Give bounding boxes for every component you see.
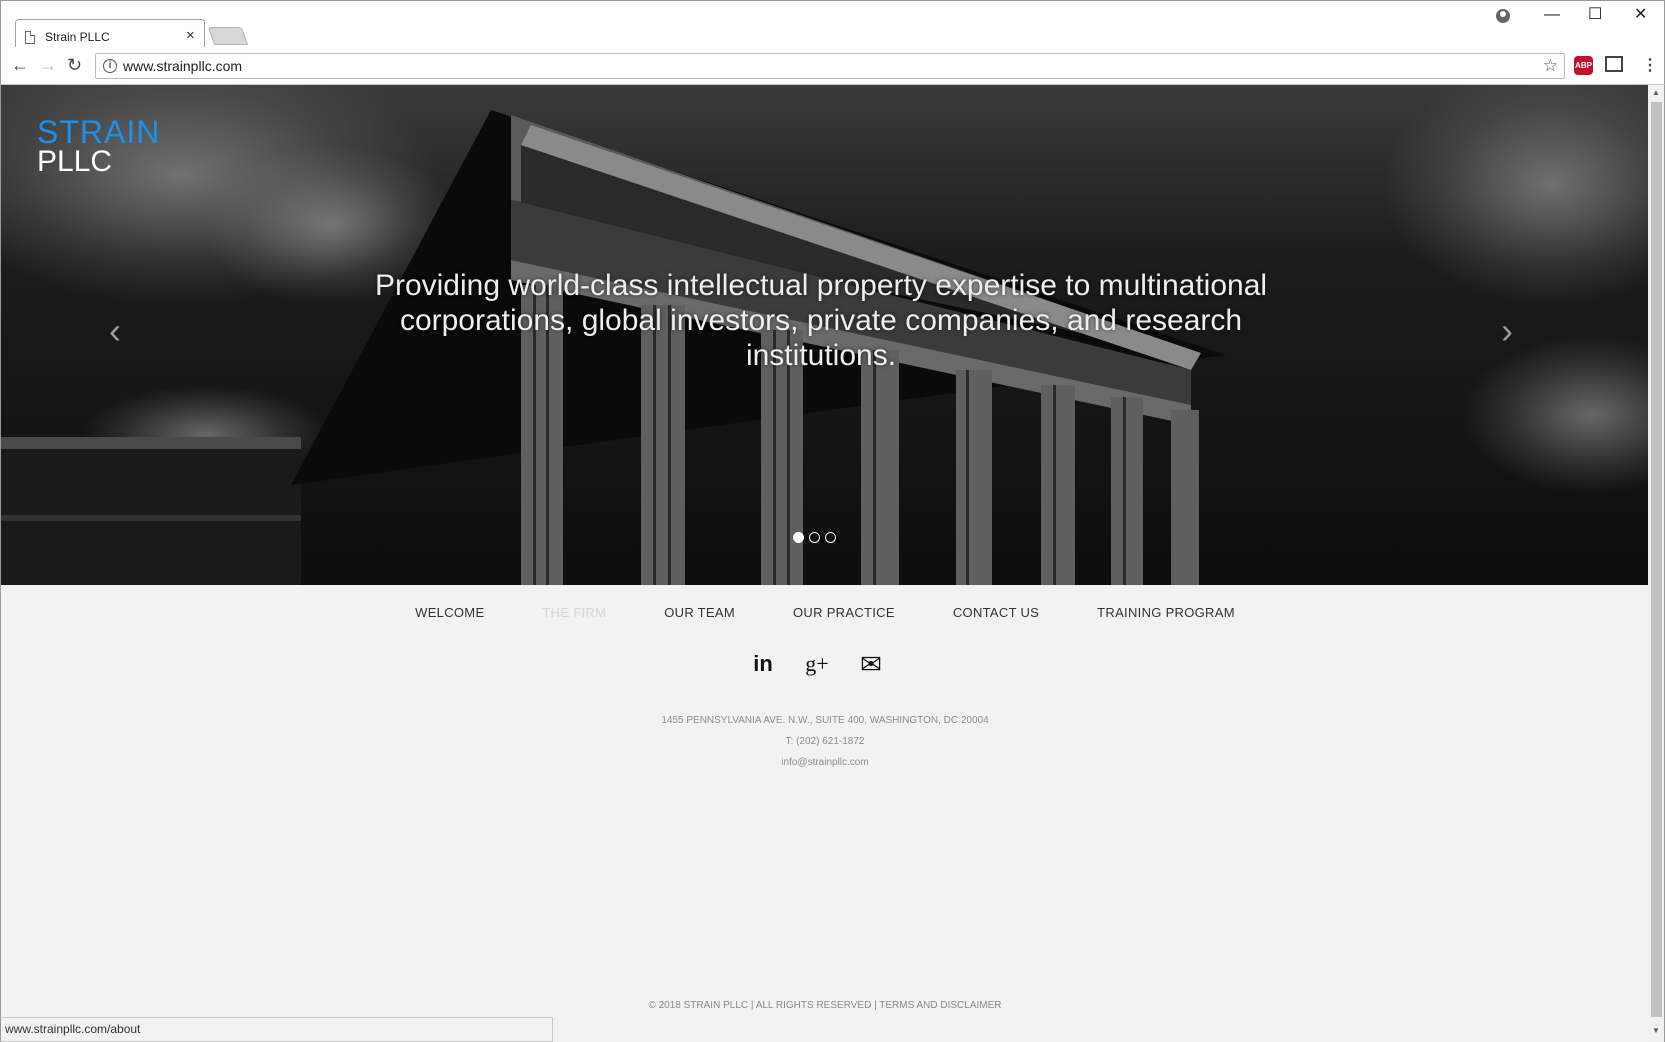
bookmark-star-icon[interactable]: ☆ xyxy=(1543,56,1558,76)
adblock-icon[interactable]: ABP xyxy=(1574,56,1593,75)
back-arrow-icon[interactable]: ← xyxy=(11,55,29,75)
nav-training-program[interactable]: TRAINING PROGRAM xyxy=(1097,605,1235,620)
hero-tagline: Providing world-class intellectual prope… xyxy=(374,269,1268,372)
minimize-button[interactable]: — xyxy=(1544,5,1560,25)
profile-icon[interactable] xyxy=(1496,9,1510,23)
scroll-down-icon[interactable]: ▼ xyxy=(1652,1026,1660,1035)
site-logo[interactable]: STRAIN PLLC xyxy=(37,114,161,178)
linkedin-icon[interactable]: in xyxy=(749,650,777,678)
googleplus-icon[interactable]: g+ xyxy=(803,650,831,678)
status-bar: www.strainpllc.com/about xyxy=(0,1017,553,1042)
footer-copyright[interactable]: © 2018 STRAIN PLLC | ALL RIGHTS RESERVED… xyxy=(1,1000,1648,1011)
nav-the-firm[interactable]: THE FIRM xyxy=(542,605,606,620)
address-bar[interactable]: i www.strainpllc.com ☆ xyxy=(95,53,1565,79)
carousel-dot[interactable] xyxy=(793,532,804,543)
phone-text: T: (202) 621-1872 xyxy=(785,736,865,747)
nav-welcome[interactable]: WELCOME xyxy=(415,605,484,620)
email-icon[interactable]: ✉ xyxy=(857,649,885,679)
browser-titlebar: Strain PLLC × — ☐ ✕ xyxy=(0,0,1665,49)
email-link[interactable]: info@strainpllc.com xyxy=(1,752,1648,773)
browser-menu-icon[interactable]: ⋮ xyxy=(1642,55,1658,75)
page-icon xyxy=(25,30,35,44)
main-navigation: WELCOME THE FIRM OUR TEAM OUR PRACTICE C… xyxy=(1,605,1648,620)
logo-strain: STRAIN xyxy=(37,114,161,150)
nav-contact-us[interactable]: CONTACT US xyxy=(953,605,1039,620)
browser-tab-content[interactable]: Strain PLLC xyxy=(25,27,200,47)
hero-carousel: STRAIN PLLC Providing world-class intell… xyxy=(1,85,1648,585)
nav-our-team[interactable]: OUR TEAM xyxy=(664,605,735,620)
carousel-prev-icon[interactable]: ‹ xyxy=(109,310,121,352)
scroll-thumb[interactable] xyxy=(1651,102,1662,1017)
cast-icon[interactable] xyxy=(1605,56,1623,72)
carousel-indicators xyxy=(793,532,836,543)
social-links: in g+ ✉ xyxy=(749,649,885,679)
vertical-scrollbar[interactable]: ▲ ▼ xyxy=(1648,85,1665,1042)
new-tab-button[interactable] xyxy=(207,27,249,45)
carousel-dot[interactable] xyxy=(809,532,820,543)
reload-icon[interactable]: ↻ xyxy=(67,55,82,75)
info-icon[interactable]: i xyxy=(103,59,117,73)
page-viewport: STRAIN PLLC Providing world-class intell… xyxy=(0,85,1648,1042)
nav-our-practice[interactable]: OUR PRACTICE xyxy=(793,605,895,620)
close-window-button[interactable]: ✕ xyxy=(1634,5,1647,25)
tab-title: Strain PLLC xyxy=(45,30,110,44)
maximize-button[interactable]: ☐ xyxy=(1588,5,1602,25)
scroll-up-icon[interactable]: ▲ xyxy=(1652,88,1660,97)
browser-toolbar: ← → ↻ i www.strainpllc.com ☆ ABP ⋮ xyxy=(0,47,1665,85)
contact-info: 1455 PENNSYLVANIA AVE. N.W., SUITE 400, … xyxy=(1,710,1648,773)
logo-pllc: PLLC xyxy=(37,145,113,178)
tab-close-icon[interactable]: × xyxy=(186,27,195,45)
carousel-dot[interactable] xyxy=(825,532,836,543)
forward-arrow-icon[interactable]: → xyxy=(39,55,57,75)
url-text[interactable]: www.strainpllc.com xyxy=(123,58,242,74)
address-text: 1455 PENNSYLVANIA AVE. N.W., SUITE 400, … xyxy=(661,715,989,726)
carousel-next-icon[interactable]: › xyxy=(1501,310,1513,352)
